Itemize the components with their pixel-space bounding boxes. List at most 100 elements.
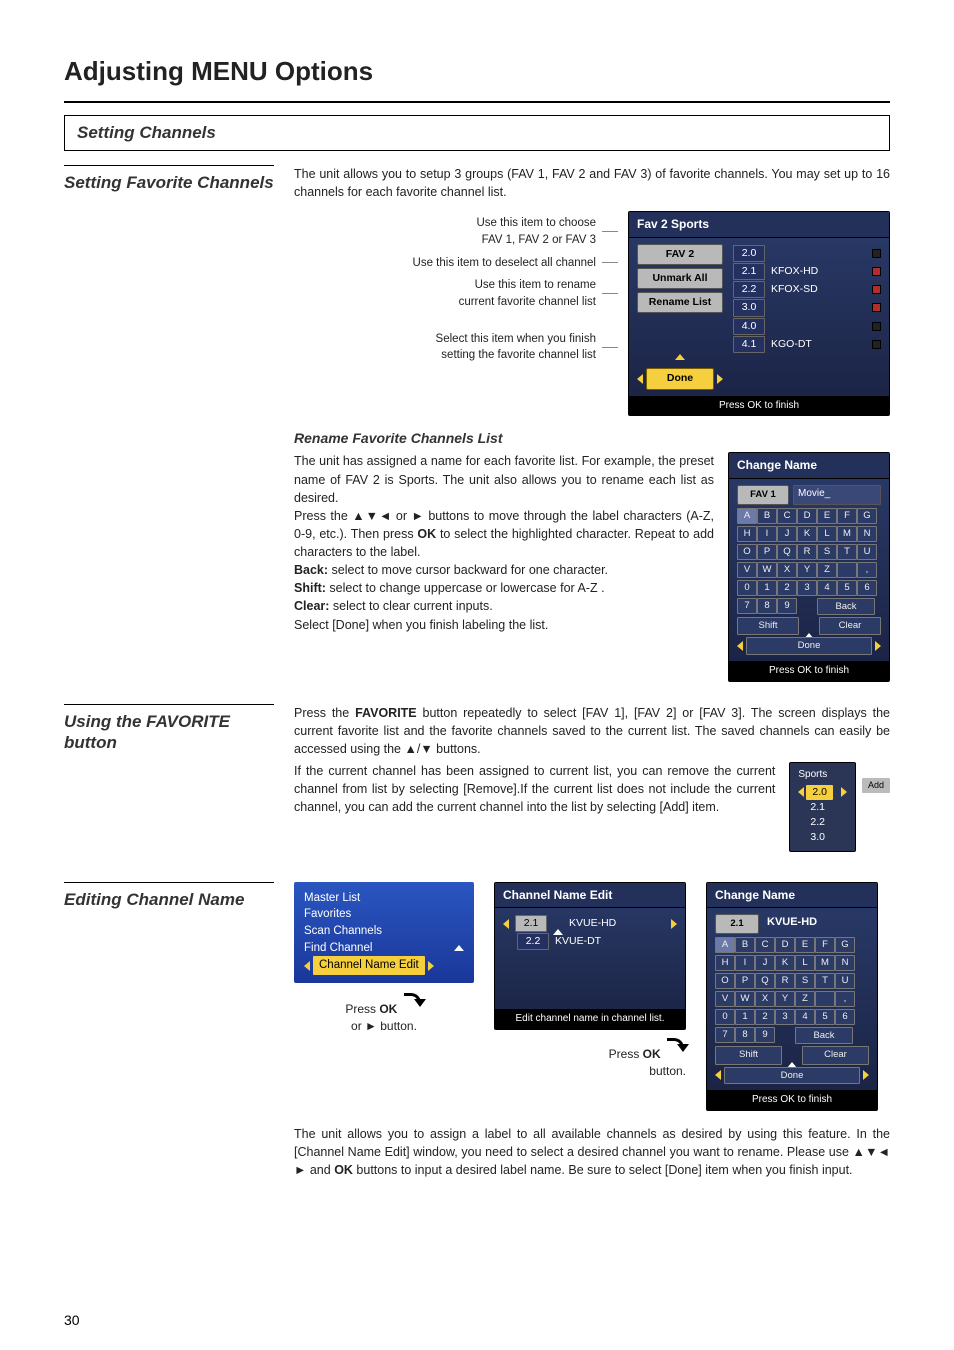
key[interactable]: 3 xyxy=(775,1009,795,1025)
list-item[interactable]: Favorites xyxy=(304,906,464,923)
key[interactable]: U xyxy=(835,973,855,989)
done-button[interactable]: Done xyxy=(646,368,714,389)
channel-name[interactable]: KVUE-HD xyxy=(569,916,665,931)
key[interactable]: 9 xyxy=(777,598,797,614)
key[interactable]: 8 xyxy=(757,598,777,614)
key[interactable]: 0 xyxy=(737,580,757,596)
key[interactable]: U xyxy=(857,544,877,560)
list-item[interactable]: Find Channel xyxy=(304,940,450,957)
channel-name[interactable]: KVUE-DT xyxy=(555,934,677,949)
key[interactable]: N xyxy=(835,955,855,971)
channel-row[interactable]: 3.0 xyxy=(733,299,881,316)
key[interactable]: R xyxy=(797,544,817,560)
key[interactable]: Q xyxy=(777,544,797,560)
key[interactable]: 2 xyxy=(755,1009,775,1025)
rename-list-button[interactable]: Rename List xyxy=(637,292,723,313)
key[interactable]: G xyxy=(835,937,855,953)
key[interactable]: 0 xyxy=(715,1009,735,1025)
list-item[interactable]: Master List xyxy=(304,890,464,907)
fav2-button[interactable]: FAV 2 xyxy=(637,244,723,265)
channel-num[interactable]: 2.1 xyxy=(515,915,547,932)
key[interactable]: 1 xyxy=(735,1009,755,1025)
fav1-button[interactable]: FAV 1 xyxy=(737,485,789,505)
key[interactable]: H xyxy=(737,526,757,542)
key[interactable]: 3 xyxy=(797,580,817,596)
key[interactable]: K xyxy=(775,955,795,971)
clear-button[interactable]: Clear xyxy=(802,1046,869,1064)
key[interactable]: Q xyxy=(755,973,775,989)
key[interactable]: K xyxy=(797,526,817,542)
key[interactable]: X xyxy=(777,562,797,578)
clear-button[interactable]: Clear xyxy=(819,617,881,635)
key[interactable] xyxy=(815,991,835,1007)
key[interactable]: Z xyxy=(795,991,815,1007)
key[interactable]: B xyxy=(757,508,777,524)
shift-button[interactable]: Shift xyxy=(737,617,799,635)
channel-num[interactable]: 2.2 xyxy=(517,933,549,950)
key[interactable]: O xyxy=(715,973,735,989)
unmark-all-button[interactable]: Unmark All xyxy=(637,268,723,289)
channel-row[interactable]: 2.1KFOX-HD xyxy=(733,263,881,280)
key[interactable]: T xyxy=(837,544,857,560)
key[interactable]: 5 xyxy=(837,580,857,596)
list-item[interactable]: Scan Channels xyxy=(304,923,464,940)
key[interactable]: I xyxy=(757,526,777,542)
key[interactable]: 9 xyxy=(755,1027,775,1043)
key[interactable]: V xyxy=(737,562,757,578)
channel-row[interactable]: 2.0 xyxy=(733,245,881,262)
key[interactable]: , xyxy=(857,562,877,578)
key[interactable] xyxy=(837,562,857,578)
key[interactable]: C xyxy=(777,508,797,524)
key[interactable]: V xyxy=(715,991,735,1007)
key[interactable]: Y xyxy=(797,562,817,578)
key[interactable]: P xyxy=(735,973,755,989)
key[interactable]: F xyxy=(815,937,835,953)
key[interactable]: N xyxy=(857,526,877,542)
key[interactable]: O xyxy=(737,544,757,560)
key[interactable]: 4 xyxy=(817,580,837,596)
key[interactable]: W xyxy=(757,562,777,578)
done-button[interactable]: Done xyxy=(746,637,872,655)
key[interactable]: E xyxy=(795,937,815,953)
key[interactable]: A xyxy=(715,937,735,953)
key[interactable]: 8 xyxy=(735,1027,755,1043)
key[interactable]: S xyxy=(817,544,837,560)
key[interactable]: F xyxy=(837,508,857,524)
key[interactable]: C xyxy=(755,937,775,953)
key[interactable]: 7 xyxy=(737,598,757,614)
shift-button[interactable]: Shift xyxy=(715,1046,782,1064)
key[interactable]: E xyxy=(817,508,837,524)
key[interactable]: B xyxy=(735,937,755,953)
key[interactable]: G xyxy=(857,508,877,524)
add-badge[interactable]: Add xyxy=(862,778,890,793)
key[interactable]: A xyxy=(737,508,757,524)
key[interactable]: L xyxy=(795,955,815,971)
list-item-selected[interactable]: Channel Name Edit xyxy=(313,956,425,975)
key[interactable]: M xyxy=(815,955,835,971)
key[interactable]: M xyxy=(837,526,857,542)
key[interactable]: 5 xyxy=(815,1009,835,1025)
key[interactable]: 6 xyxy=(857,580,877,596)
key[interactable]: H xyxy=(715,955,735,971)
key[interactable]: I xyxy=(735,955,755,971)
key[interactable]: 4 xyxy=(795,1009,815,1025)
key[interactable]: T xyxy=(815,973,835,989)
channel-row[interactable]: 4.1KGO-DT xyxy=(733,336,881,353)
key[interactable]: J xyxy=(777,526,797,542)
key[interactable]: 1 xyxy=(757,580,777,596)
done-button[interactable]: Done xyxy=(724,1067,860,1085)
key[interactable]: 2 xyxy=(777,580,797,596)
key[interactable]: L xyxy=(817,526,837,542)
key[interactable]: D xyxy=(775,937,795,953)
key[interactable]: R xyxy=(775,973,795,989)
key[interactable]: S xyxy=(795,973,815,989)
key[interactable]: W xyxy=(735,991,755,1007)
key[interactable]: Z xyxy=(817,562,837,578)
channel-row[interactable]: 4.0 xyxy=(733,318,881,335)
key[interactable]: P xyxy=(757,544,777,560)
key[interactable]: J xyxy=(755,955,775,971)
key[interactable]: D xyxy=(797,508,817,524)
name-input[interactable]: Movie_ xyxy=(793,485,881,505)
key[interactable]: 6 xyxy=(835,1009,855,1025)
key[interactable]: , xyxy=(835,991,855,1007)
